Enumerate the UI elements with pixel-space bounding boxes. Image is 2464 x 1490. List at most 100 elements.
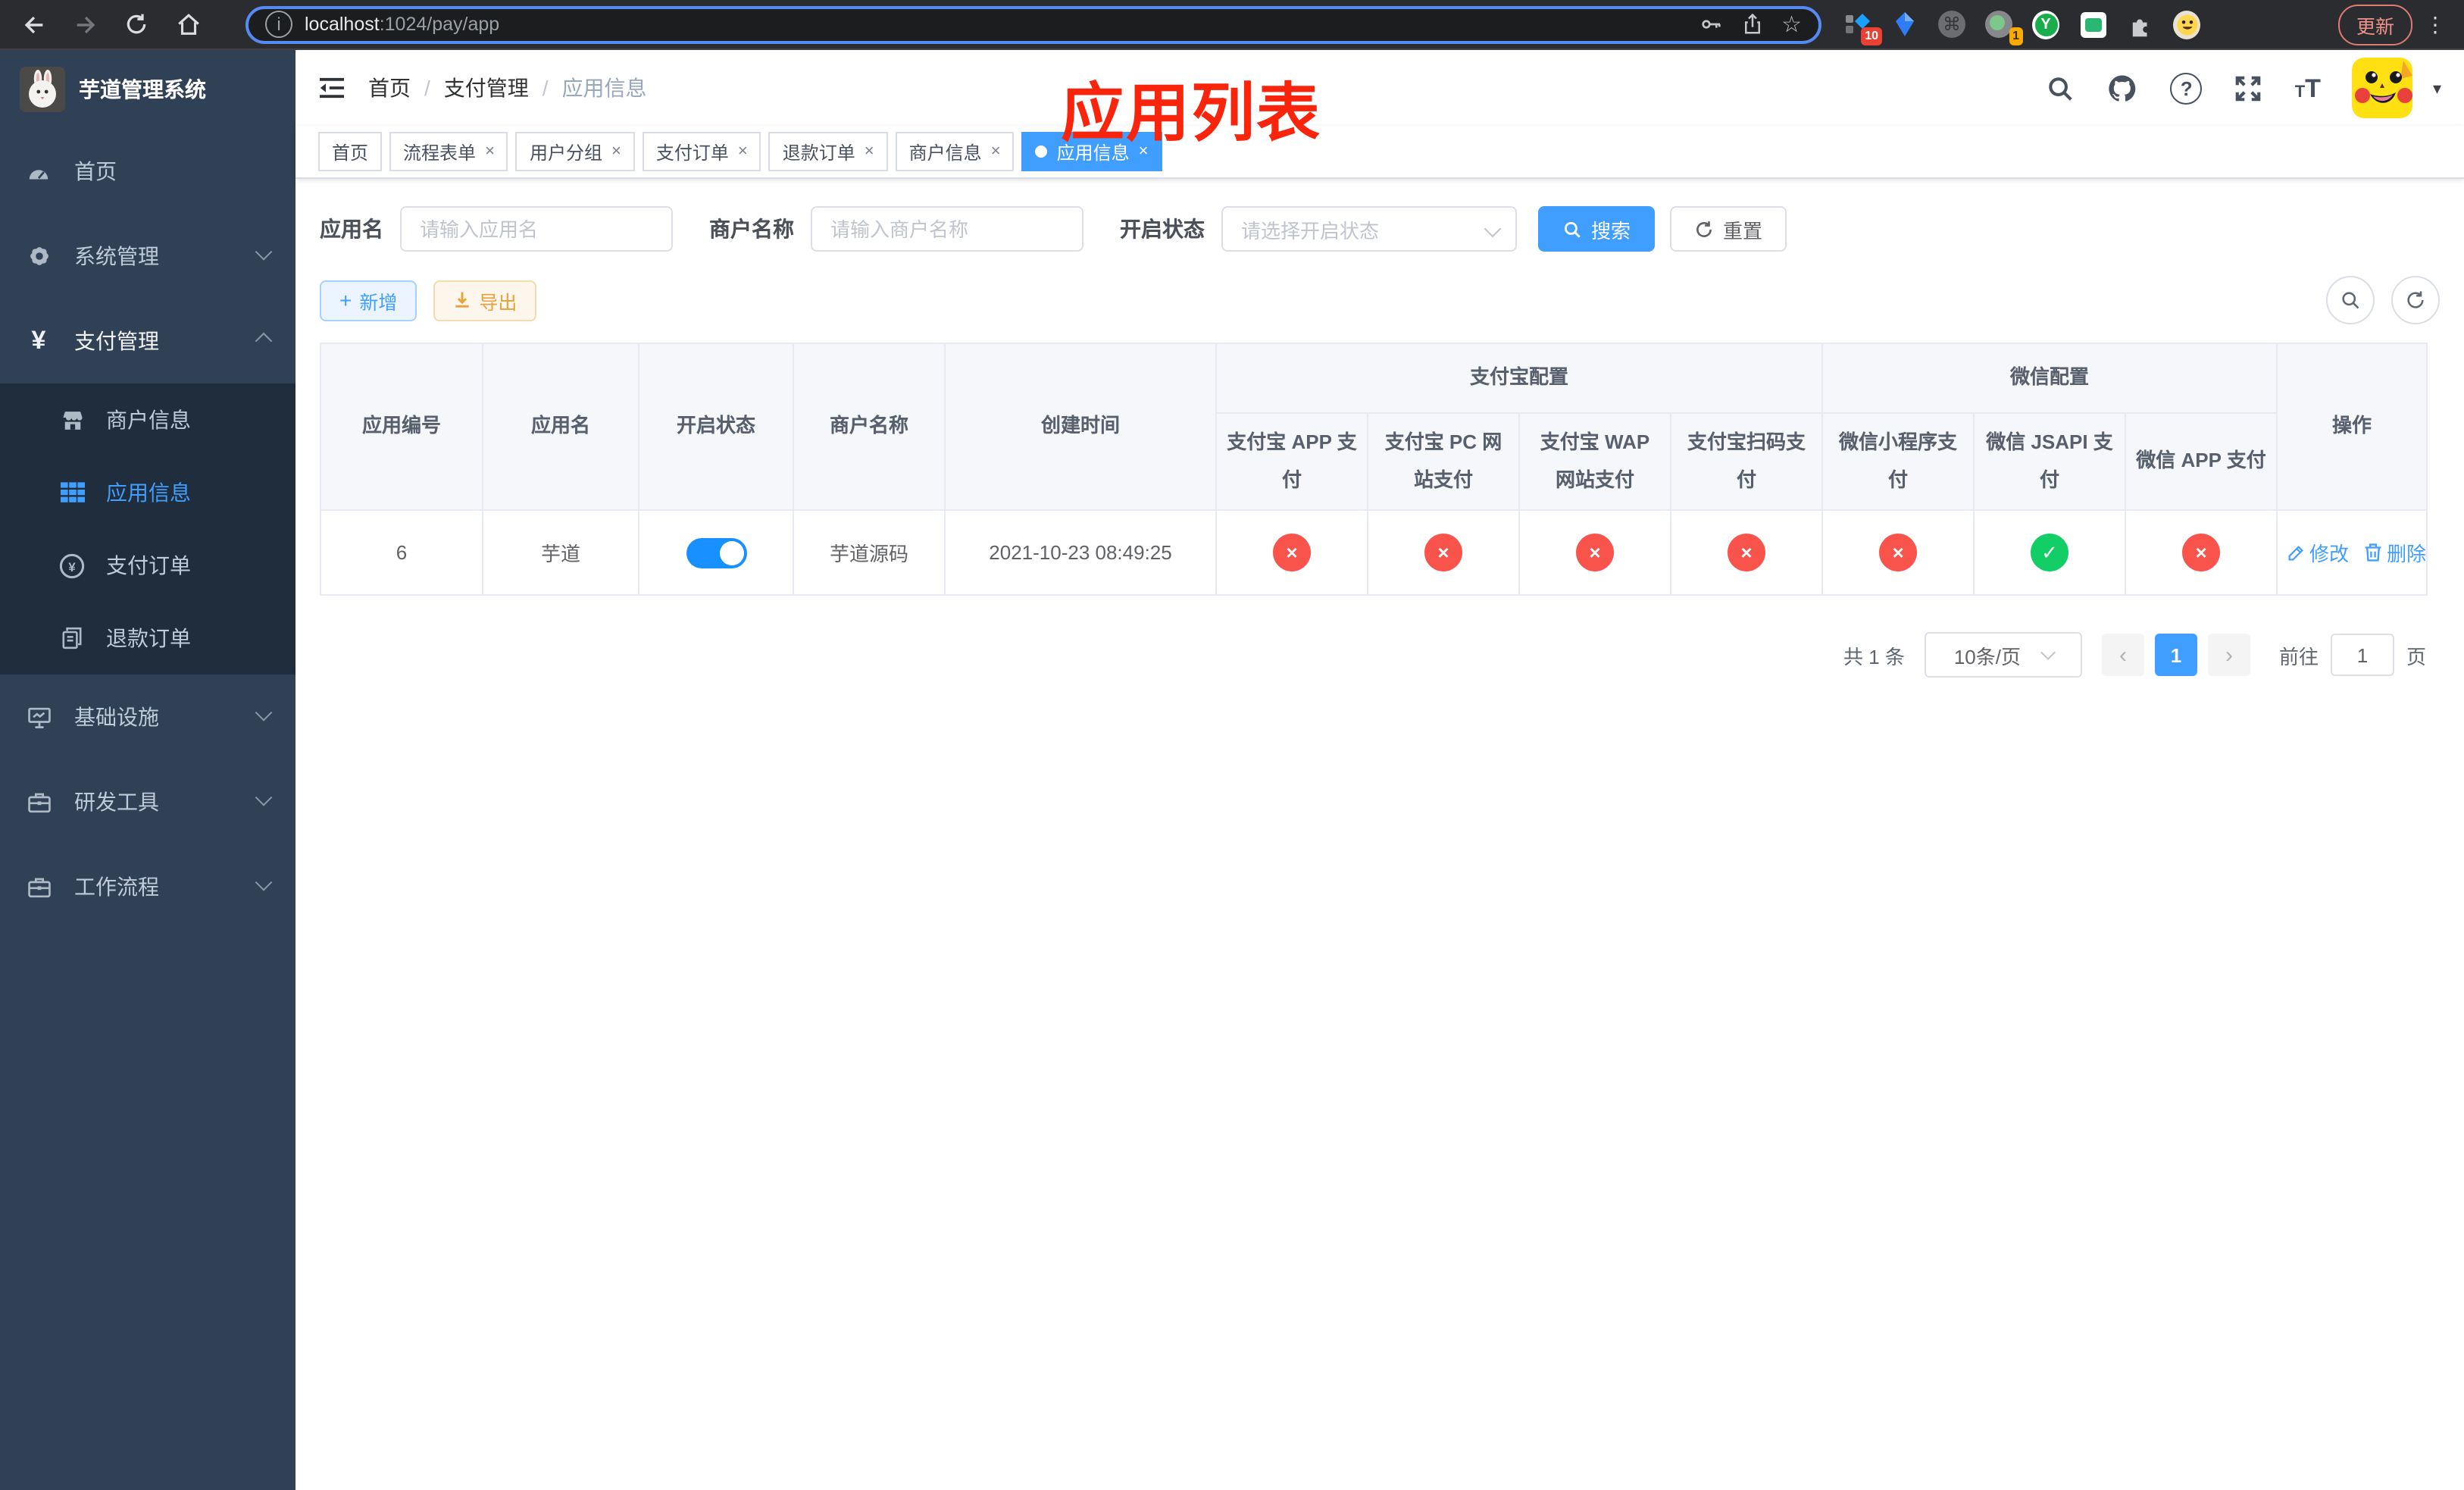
- logo-image: [20, 67, 65, 112]
- close-icon[interactable]: ×: [991, 142, 1001, 161]
- sidebar-item-merchant-info[interactable]: 商户信息: [0, 383, 295, 456]
- status-select[interactable]: 请选择开启状态: [1221, 206, 1517, 252]
- avatar-caret-icon[interactable]: ▾: [2433, 78, 2441, 98]
- column-header-actions: 操作: [2276, 343, 2428, 511]
- extensions-row: 10 ⌘ 1 Y: [1844, 10, 2200, 45]
- sidebar-item-app-info[interactable]: 应用信息: [0, 456, 295, 529]
- grid-icon: [59, 482, 85, 503]
- chevron-down-icon: [255, 874, 273, 891]
- status-circle-icon: ×: [1424, 534, 1462, 571]
- cell-merchant: 芋道源码: [793, 509, 946, 596]
- extension-command-icon[interactable]: ⌘: [1938, 11, 1965, 38]
- toggle-search-button[interactable]: [2326, 276, 2375, 324]
- tab-pay-order[interactable]: 支付订单 ×: [642, 132, 761, 171]
- chrome-update-button[interactable]: 更新: [2337, 4, 2412, 45]
- column-header-alipay-app: 支付宝 APP 支付: [1215, 412, 1368, 511]
- tab-user-group[interactable]: 用户分组 ×: [515, 132, 635, 171]
- close-icon[interactable]: ×: [485, 142, 495, 161]
- tab-process-form[interactable]: 流程表单 ×: [389, 132, 508, 171]
- extension-y-icon[interactable]: Y: [2032, 10, 2059, 39]
- sidebar-item-devtools[interactable]: 研发工具: [0, 759, 295, 844]
- column-header-alipay-qr: 支付宝扫码支付: [1669, 412, 1824, 511]
- back-icon[interactable]: [15, 6, 52, 42]
- merchant-name-input[interactable]: [811, 206, 1083, 252]
- fullscreen-icon[interactable]: [2234, 74, 2263, 102]
- extensions-puzzle-icon[interactable]: [2126, 11, 2153, 38]
- github-icon[interactable]: [2107, 72, 2139, 104]
- share-icon[interactable]: [1740, 12, 1763, 36]
- tags-view-bar: 首页 流程表单 × 用户分组 × 支付订单 × 退款订单 × 商户信息 × 应用信息 ×: [295, 126, 2464, 179]
- reload-icon[interactable]: [118, 6, 155, 42]
- sidebar-item-refund-order[interactable]: 退款订单: [0, 602, 295, 675]
- tab-refund-order[interactable]: 退款订单 ×: [768, 132, 888, 171]
- url-text[interactable]: localhost:1024/pay/app: [305, 14, 499, 35]
- export-button[interactable]: 导出: [433, 280, 537, 321]
- app-name-label: 应用名: [320, 217, 383, 241]
- total-count: 共 1 条: [1843, 645, 1905, 668]
- app-table: 应用编号 应用名 开启状态 商户名称 创建时间 支付宝配置 微信配置 操作 支付…: [320, 343, 2428, 596]
- sidebar-collapse-icon[interactable]: [318, 76, 346, 100]
- column-header-status: 开启状态: [638, 343, 794, 511]
- browser-toolbar: i localhost:1024/pay/app ☆ 10 ⌘ 1 Y 更新 ⋮: [0, 0, 2464, 50]
- bookmark-star-icon[interactable]: ☆: [1781, 11, 1802, 38]
- sidebar-logo[interactable]: 芋道管理系统: [0, 50, 295, 129]
- page-size-select[interactable]: 10条/页: [1924, 632, 2082, 678]
- search-button[interactable]: 搜索: [1538, 206, 1656, 252]
- add-button[interactable]: + 新增: [320, 280, 417, 321]
- tab-merchant-info[interactable]: 商户信息 ×: [895, 132, 1015, 171]
- app-name-input[interactable]: [400, 206, 673, 252]
- tab-home[interactable]: 首页: [318, 132, 383, 171]
- document-icon: [59, 626, 85, 650]
- table-toolbar: + 新增 导出: [320, 276, 2440, 324]
- chevron-down-icon: [255, 243, 273, 261]
- table-row: 6 芋道 芋道源码 2021-10-23 08:49:25 × × × × × …: [320, 509, 2428, 596]
- edit-button[interactable]: 修改: [2287, 538, 2349, 567]
- close-icon[interactable]: ×: [865, 142, 874, 161]
- column-group-wechat: 微信配置: [1821, 343, 2278, 414]
- breadcrumb-section[interactable]: 支付管理: [444, 73, 529, 103]
- user-avatar[interactable]: [2352, 58, 2413, 118]
- breadcrumb-home[interactable]: 首页: [368, 73, 411, 103]
- sidebar-item-payment[interactable]: ¥ 支付管理: [0, 299, 295, 383]
- sidebar-item-pay-order[interactable]: ¥ 支付订单: [0, 529, 295, 602]
- column-header-id: 应用编号: [320, 343, 483, 511]
- close-icon[interactable]: ×: [611, 142, 621, 161]
- page-number-1[interactable]: 1: [2154, 634, 2197, 676]
- refresh-button[interactable]: [2391, 276, 2440, 324]
- goto-label: 前往: [2278, 645, 2319, 668]
- extension-diamond-icon[interactable]: 10: [1844, 11, 1882, 45]
- extension-chat-icon[interactable]: [2079, 11, 2106, 38]
- header-search-icon[interactable]: [2047, 74, 2075, 102]
- status-circle-icon: ×: [1879, 534, 1918, 571]
- cell-created: 2021-10-23 08:49:25: [944, 509, 1217, 596]
- sidebar-item-system[interactable]: 系统管理: [0, 214, 295, 299]
- next-page-button[interactable]: ›: [2207, 634, 2250, 676]
- svg-text:¥: ¥: [68, 559, 76, 574]
- goto-page-input[interactable]: [2330, 634, 2394, 676]
- merchant-name-label: 商户名称: [709, 217, 794, 241]
- sidebar-item-workflow[interactable]: 工作流程: [0, 844, 295, 929]
- browser-menu-icon[interactable]: ⋮: [2425, 11, 2446, 37]
- password-key-icon[interactable]: [1698, 12, 1722, 36]
- breadcrumb: 首页 / 支付管理 / 应用信息: [368, 73, 647, 103]
- close-icon[interactable]: ×: [738, 142, 748, 161]
- extension-recorder-icon[interactable]: 1: [1985, 11, 2023, 45]
- column-group-alipay: 支付宝配置: [1215, 343, 1824, 414]
- forward-icon[interactable]: [67, 6, 103, 42]
- sidebar-item-home[interactable]: 首页: [0, 129, 295, 214]
- enabled-switch[interactable]: [686, 537, 746, 568]
- address-bar[interactable]: i localhost:1024/pay/app ☆: [245, 5, 1821, 43]
- reset-button[interactable]: 重置: [1670, 206, 1787, 252]
- site-info-icon[interactable]: i: [265, 11, 292, 38]
- column-header-wechat-jsapi: 微信 JSAPI 支付: [1973, 412, 2127, 511]
- home-icon[interactable]: [170, 6, 206, 42]
- status-circle-icon: ×: [1728, 534, 1765, 571]
- sidebar-item-infrastructure[interactable]: 基础设施: [0, 675, 295, 759]
- font-size-icon[interactable]: TT: [2295, 75, 2321, 101]
- delete-button[interactable]: 删除: [2364, 538, 2426, 567]
- extension-kite-icon[interactable]: [1891, 11, 1918, 38]
- profile-avatar-icon[interactable]: [2173, 10, 2200, 39]
- page-unit-label: 页: [2406, 645, 2426, 668]
- prev-page-button[interactable]: ‹: [2101, 634, 2144, 676]
- help-icon[interactable]: ?: [2170, 72, 2203, 104]
